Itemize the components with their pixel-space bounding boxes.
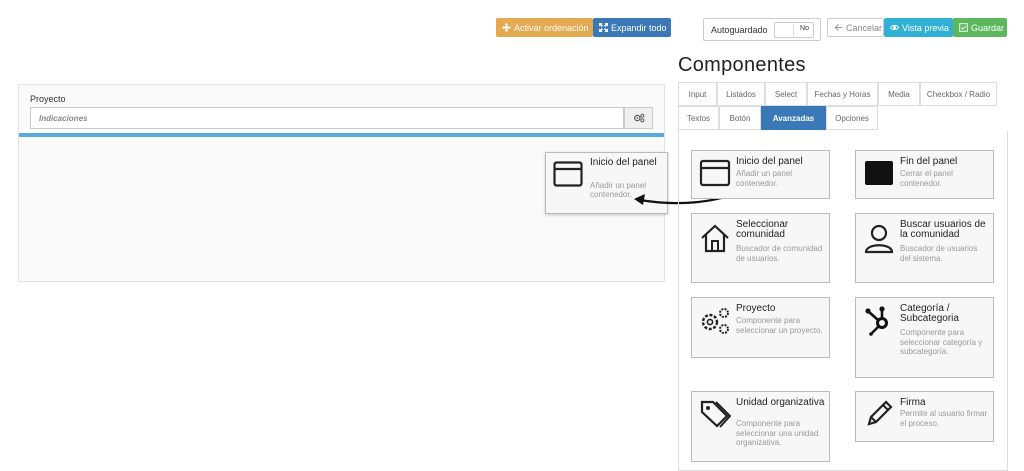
user-icon xyxy=(864,224,894,254)
component-card-proyecto[interactable]: Proyecto Componente para seleccionar un p… xyxy=(691,297,830,358)
activate-ordering-button[interactable]: Activar ordenación xyxy=(496,18,593,37)
gears-icon xyxy=(701,308,729,334)
component-card-title: Buscar usuarios de la comunidad xyxy=(900,219,986,240)
expand-all-label: Expandir todo xyxy=(611,22,667,33)
tags-icon xyxy=(700,400,731,428)
panel-outline-icon xyxy=(553,161,583,187)
component-card-description: Buscador de usuarios del sistema. xyxy=(900,244,978,263)
tab-fechas-y-horas[interactable]: Fechas y Horas xyxy=(807,82,878,106)
component-card-description: Cerrar el panel contenedor. xyxy=(900,169,953,188)
component-card-inicio-del-panel[interactable]: Inicio del panel Añadir un panel contened… xyxy=(691,150,830,199)
gears-icon xyxy=(633,113,644,123)
pencil-icon xyxy=(867,400,893,426)
component-card-description: Añadir un panel contenedor. xyxy=(736,169,793,188)
cancel-button[interactable]: Cancelar xyxy=(827,18,884,37)
component-card-description: Componente para seleccionar categoría y … xyxy=(900,328,983,356)
project-settings-button[interactable] xyxy=(624,107,653,129)
component-card-description: Permite al usuario firmar el proceso. xyxy=(900,409,988,428)
project-field-label: Proyecto xyxy=(30,94,66,104)
component-card-categoria-subcategoria[interactable]: Categoría / Subcategoria Componente para … xyxy=(855,297,994,378)
autosave-toggle-value: No xyxy=(800,25,809,32)
autosave-label: Autoguardado xyxy=(711,24,768,35)
expand-icon xyxy=(599,23,608,32)
tab-bot-n[interactable]: Botón xyxy=(719,106,761,130)
component-card-title: Firma xyxy=(900,397,926,408)
save-label: Guardar xyxy=(971,22,1005,33)
tab-opciones[interactable]: Opciones xyxy=(826,106,878,130)
component-card-unidad-organizativa[interactable]: Unidad organizativa Componente para selec… xyxy=(691,391,830,462)
component-card-title: Proyecto xyxy=(736,303,776,314)
arrow-left-icon xyxy=(834,23,843,32)
drop-zone-indicator xyxy=(19,133,664,137)
tab-select[interactable]: Select xyxy=(765,82,807,106)
component-card-title: Inicio del panel xyxy=(736,156,803,167)
component-card-fin-del-panel[interactable]: Fin del panel Cerrar el panel contenedor. xyxy=(855,150,994,199)
component-card-seleccionar-comunidad[interactable]: Seleccionar comunidad Buscador de comunid… xyxy=(691,213,830,283)
tab-listados[interactable]: Listados xyxy=(717,82,765,106)
preview-button[interactable]: Vista previa xyxy=(884,18,953,37)
eye-icon xyxy=(890,25,899,30)
cancel-label: Cancelar xyxy=(846,22,883,33)
tab-media[interactable]: Media xyxy=(878,82,920,106)
panel-filled-icon xyxy=(865,161,893,185)
dragged-card-title: Inicio del panel xyxy=(590,157,657,168)
component-card-title: Seleccionar comunidad xyxy=(736,219,789,240)
component-card-description: Componente para seleccionar una unidad o… xyxy=(736,419,819,447)
expand-all-button[interactable]: Expandir todo xyxy=(593,18,671,37)
panel-outline-icon xyxy=(699,159,731,187)
toggle-knob xyxy=(776,24,794,36)
check-square-icon xyxy=(959,23,968,32)
preview-label: Vista previa xyxy=(902,22,949,33)
component-card-description: Componente para seleccionar un proyecto. xyxy=(736,316,823,335)
activate-ordering-label: Activar ordenación xyxy=(514,22,589,33)
hubspot-icon xyxy=(865,306,888,336)
component-card-title: Categoría / Subcategoria xyxy=(900,303,959,324)
save-button[interactable]: Guardar xyxy=(953,18,1007,37)
house-icon xyxy=(701,224,729,253)
component-card-description: Buscador de comunidad de usuarios. xyxy=(736,244,823,263)
component-card-title: Fin del panel xyxy=(900,156,958,167)
move-icon xyxy=(502,23,511,32)
tab-input[interactable]: Input xyxy=(678,82,717,106)
project-input[interactable]: Indicaciones xyxy=(30,107,624,129)
components-title: Componentes xyxy=(678,54,806,76)
tab-checkbox-radio[interactable]: Checkbox / Radio xyxy=(920,82,997,106)
tab-textos[interactable]: Textos xyxy=(678,106,719,130)
component-card-title: Unidad organizativa xyxy=(736,397,825,408)
tab-avanzadas[interactable]: Avanzadas xyxy=(761,106,826,130)
autosave-toggle[interactable]: No xyxy=(774,22,814,38)
component-card-firma[interactable]: Firma Permite al usuario firmar el proces… xyxy=(855,391,994,442)
component-card-buscar-usuarios-de-la-comunidad[interactable]: Buscar usuarios de la comunidad Buscador … xyxy=(855,213,994,283)
